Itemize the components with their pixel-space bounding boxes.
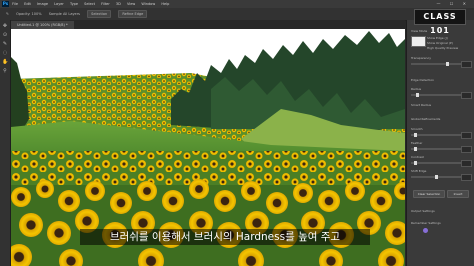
transparency-value-field[interactable] — [461, 61, 472, 68]
move-tool-icon[interactable]: ✥ — [2, 23, 8, 29]
remember-settings-checkbox[interactable]: Remember Settings — [411, 220, 471, 226]
photoshop-logo-icon[interactable]: Ps — [2, 1, 9, 7]
video-subtitle: 브러쉬를 이용해서 브러시의 Hardness를 높여 주고 — [80, 229, 370, 245]
menu-view[interactable]: View — [127, 2, 135, 6]
document-tab[interactable]: Untitled-1 @ 100% (RGB/8) * — [11, 21, 74, 29]
smooth-value-field[interactable] — [461, 132, 472, 139]
quick-selection-tool-icon[interactable]: ⊙ — [2, 32, 8, 38]
clear-selection-button[interactable]: Clear Selection — [413, 190, 445, 198]
menu-image[interactable]: Image — [37, 2, 48, 6]
shift-edge-slider[interactable] — [411, 175, 461, 179]
radius-value-field[interactable] — [461, 92, 472, 99]
document-tab-bar: Untitled-1 @ 100% (RGB/8) * — [11, 20, 405, 29]
transparency-slider[interactable] — [411, 62, 461, 66]
sample-all-layers-checkbox[interactable]: Sample All Layers — [49, 12, 80, 16]
smart-radius-checkbox[interactable]: Smart Radius — [411, 102, 471, 108]
output-settings-label: Output Settings — [411, 209, 435, 213]
menu-type[interactable]: Type — [70, 2, 78, 6]
view-mode-thumbnail[interactable] — [411, 36, 426, 47]
high-quality-preview-option[interactable]: High Quality Preview — [427, 45, 471, 51]
edge-detection-label: Edge Detection — [411, 78, 435, 82]
cursor-icon — [423, 228, 428, 233]
opacity-label[interactable]: Opacity: 100% — [16, 12, 42, 16]
smooth-slider[interactable] — [411, 133, 461, 137]
refine-edge-button[interactable]: Refine Edge — [118, 10, 148, 18]
menu-help[interactable]: Help — [161, 2, 169, 6]
window-controls[interactable]: — ☐ ✕ — [437, 0, 470, 8]
menu-3d[interactable]: 3D — [116, 2, 121, 6]
contrast-slider[interactable] — [411, 161, 461, 165]
hand-tool-icon[interactable]: ✋ — [2, 59, 8, 65]
menu-layer[interactable]: Layer — [54, 2, 64, 6]
brush-tool-icon[interactable]: ✎ — [2, 41, 8, 47]
menu-select[interactable]: Select — [84, 2, 95, 6]
global-refinements-label: Global Refinements — [411, 117, 441, 121]
feather-slider[interactable] — [411, 147, 461, 151]
select-subject-button[interactable]: Selection — [87, 10, 112, 18]
class101-logo: CLASS 101 — [414, 9, 466, 35]
lasso-tool-icon[interactable]: ◌ — [2, 50, 8, 56]
menu-edit[interactable]: Edit — [24, 2, 31, 6]
radius-slider[interactable] — [411, 93, 461, 97]
menu-filter[interactable]: Filter — [101, 2, 110, 6]
menu-file[interactable]: File — [12, 2, 18, 6]
zoom-tool-icon[interactable]: ⚲ — [2, 68, 8, 74]
menu-window[interactable]: Window — [141, 2, 155, 6]
brush-tool-icon[interactable]: ✎ — [6, 12, 9, 16]
contrast-value-field[interactable] — [461, 160, 472, 167]
shift-edge-value-field[interactable] — [461, 174, 472, 181]
invert-button[interactable]: Invert — [447, 190, 469, 198]
properties-panel: View Mode Show Edge (J) Show Original (P… — [406, 20, 474, 266]
tools-panel: ✥ ⊙ ✎ ◌ ✋ ⚲ — [0, 20, 11, 266]
feather-value-field[interactable] — [461, 146, 472, 153]
menu-bar: Ps File Edit Image Layer Type Select Fil… — [0, 0, 474, 8]
